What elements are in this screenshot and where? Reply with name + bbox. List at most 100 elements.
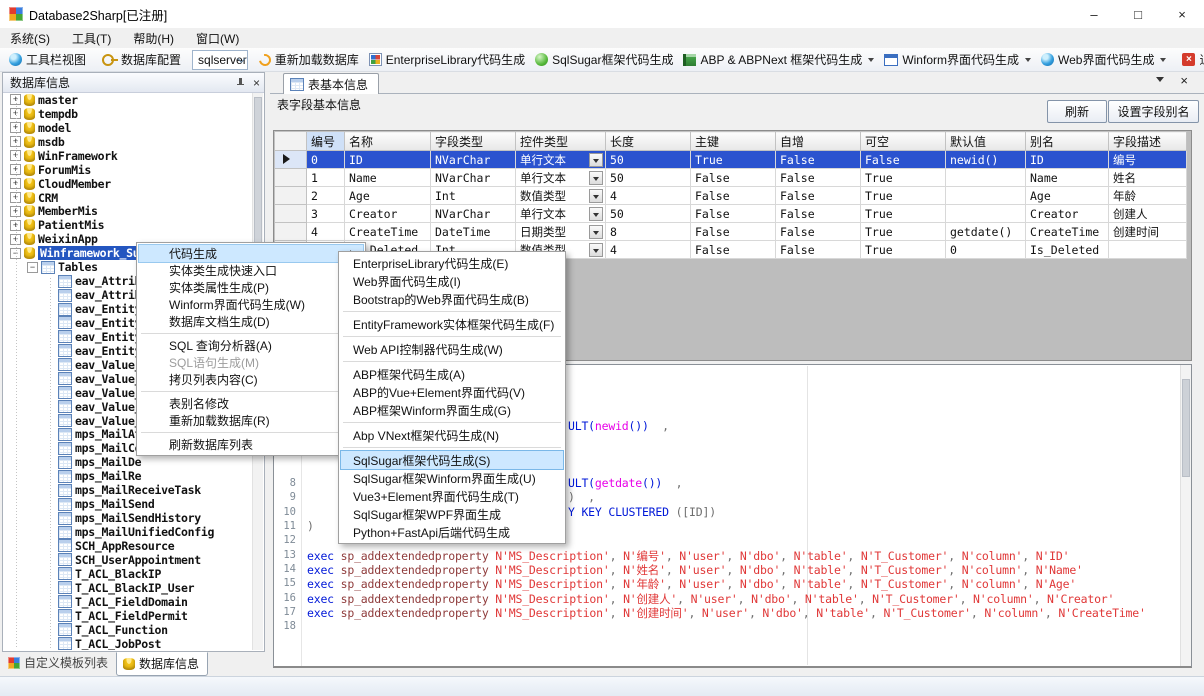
grid-cell[interactable]: 8 <box>606 223 691 241</box>
grid-cell[interactable]: 1 <box>307 169 345 187</box>
menu-item[interactable]: SQL 查询分析器(A) <box>139 337 363 354</box>
dock-close-icon[interactable]: × <box>1180 73 1188 88</box>
row-header[interactable] <box>275 169 307 187</box>
column-header[interactable]: 自增 <box>776 132 861 151</box>
grid-cell[interactable]: False <box>776 223 861 241</box>
grid-cell[interactable]: False <box>776 187 861 205</box>
refresh-button[interactable]: 刷新 <box>1047 100 1107 123</box>
grid-cell[interactable] <box>946 169 1026 187</box>
toolbar-dbconfig-button[interactable]: 数据库配置 <box>97 49 186 70</box>
tree-item[interactable]: mps_MailSendHistory <box>4 511 253 525</box>
combo-dropdown-icon[interactable] <box>589 243 603 257</box>
grid-cell[interactable]: CreateTime <box>345 223 431 241</box>
row-header[interactable] <box>275 223 307 241</box>
grid-cell[interactable]: NVarChar <box>431 151 516 169</box>
tree-item[interactable]: mps_MailRe <box>4 469 253 483</box>
tree-item[interactable]: +msdb <box>4 135 253 149</box>
grid-cell[interactable]: ID <box>1026 151 1109 169</box>
grid-cell[interactable]: 创建人 <box>1109 205 1187 223</box>
code-scrollbar[interactable] <box>1180 365 1191 666</box>
combo-dropdown-icon[interactable] <box>589 225 603 239</box>
table-row[interactable]: 1NameNVarChar单行文本50FalseFalseTrueName姓名 <box>275 169 1187 187</box>
combo-dropdown-icon[interactable] <box>589 189 603 203</box>
menu-item[interactable]: 重新加载数据库(R) <box>139 412 363 429</box>
menu-item[interactable]: 实体类生成快速入口 <box>139 262 363 279</box>
grid-cell[interactable]: True <box>861 187 946 205</box>
combo-dropdown-icon[interactable] <box>589 171 603 185</box>
expander-icon[interactable]: − <box>27 262 38 273</box>
table-row[interactable]: 3CreatorNVarChar单行文本50FalseFalseTrueCrea… <box>275 205 1187 223</box>
grid-cell[interactable]: 年龄 <box>1109 187 1187 205</box>
grid-cell[interactable]: True <box>691 151 776 169</box>
grid-cell[interactable]: DateTime <box>431 223 516 241</box>
menu-item[interactable]: SqlSugar框架WPF界面生成 <box>341 505 563 523</box>
grid-cell[interactable]: False <box>691 223 776 241</box>
toolbar-reload-button[interactable]: 重新加载数据库 <box>254 49 364 70</box>
grid-cell[interactable]: True <box>861 223 946 241</box>
row-header[interactable] <box>275 187 307 205</box>
menu-item[interactable]: 代码生成 <box>139 245 363 262</box>
menu-item[interactable]: 实体类属性生成(P) <box>139 279 363 296</box>
database-type-combo[interactable]: sqlserver <box>192 50 248 70</box>
grid-cell[interactable]: False <box>776 205 861 223</box>
column-header[interactable]: 字段描述 <box>1109 132 1187 151</box>
tree-item[interactable]: mps_MailReceiveTask <box>4 483 253 497</box>
pin-icon[interactable] <box>237 78 244 88</box>
column-header[interactable]: 字段类型 <box>431 132 516 151</box>
grid-cell[interactable]: 4 <box>307 223 345 241</box>
grid-cell[interactable]: 50 <box>606 151 691 169</box>
grid-cell[interactable]: 4 <box>606 241 691 259</box>
tree-item[interactable]: +MemberMis <box>4 205 253 219</box>
maximize-button[interactable]: □ <box>1116 0 1160 28</box>
grid-cell[interactable]: getdate() <box>946 223 1026 241</box>
tree-item[interactable]: mps_MailDe <box>4 455 253 469</box>
grid-cell[interactable] <box>946 205 1026 223</box>
menu-item[interactable]: EnterpriseLibrary代码生成(E) <box>341 254 563 272</box>
tree-item[interactable]: T_ACL_Function <box>4 623 253 637</box>
tree-item[interactable]: +master <box>4 93 253 107</box>
toolbar-abp-button[interactable]: ABP & ABPNext 框架代码生成 <box>678 49 879 70</box>
grid-cell[interactable]: 单行文本 <box>516 205 606 223</box>
minimize-button[interactable]: – <box>1072 0 1116 28</box>
tree-item[interactable]: SCH_UserAppointment <box>4 553 253 567</box>
column-header[interactable]: 别名 <box>1026 132 1109 151</box>
menu-item[interactable]: 数据库文档生成(D) <box>139 313 363 330</box>
row-header[interactable] <box>275 151 307 169</box>
grid-cell[interactable]: False <box>691 241 776 259</box>
grid-cell[interactable]: True <box>861 241 946 259</box>
grid-cell[interactable]: 3 <box>307 205 345 223</box>
toolbar-web-button[interactable]: Web界面代码生成 <box>1036 49 1171 70</box>
menubar-item[interactable]: 窗口(W) <box>186 28 251 49</box>
toolbar-enterprise-button[interactable]: EnterpriseLibrary代码生成 <box>364 49 530 70</box>
grid-cell[interactable]: 编号 <box>1109 151 1187 169</box>
menu-item[interactable]: ABP的Vue+Element界面代码(V) <box>341 383 563 401</box>
menubar-item[interactable]: 工具(T) <box>62 28 123 49</box>
menu-item[interactable]: Vue3+Element界面代码生成(T) <box>341 487 563 505</box>
tree-item[interactable]: SCH_AppResource <box>4 539 253 553</box>
tree-item[interactable]: +model <box>4 121 253 135</box>
toolbar-winform-button[interactable]: Winform界面代码生成 <box>879 49 1036 70</box>
grid-cell[interactable]: ID <box>345 151 431 169</box>
menu-item[interactable]: ABP框架Winform界面生成(G) <box>341 401 563 419</box>
close-icon[interactable]: × <box>253 78 260 88</box>
tree-item[interactable]: +CloudMember <box>4 177 253 191</box>
column-header[interactable]: 可空 <box>861 132 946 151</box>
grid-cell[interactable]: 50 <box>606 169 691 187</box>
sidebar-tab-template-list[interactable]: 自定义模板列表 <box>2 652 116 674</box>
menu-item[interactable]: 拷贝列表内容(C) <box>139 371 363 388</box>
grid-cell[interactable]: 数值类型 <box>516 187 606 205</box>
combo-dropdown-icon[interactable] <box>589 207 603 221</box>
menubar-item[interactable]: 系统(S) <box>0 28 62 49</box>
tree-item[interactable]: mps_MailUnifiedConfig <box>4 525 253 539</box>
grid-cell[interactable]: 50 <box>606 205 691 223</box>
toolbar-sqlsugar-button[interactable]: SqlSugar框架代码生成 <box>530 49 678 70</box>
grid-cell[interactable]: True <box>861 205 946 223</box>
grid-cell[interactable]: 4 <box>606 187 691 205</box>
column-header[interactable]: 名称 <box>345 132 431 151</box>
grid-cell[interactable]: False <box>861 151 946 169</box>
menubar-item[interactable]: 帮助(H) <box>123 28 186 49</box>
column-header[interactable]: 默认值 <box>946 132 1026 151</box>
table-row[interactable]: 2AgeInt数值类型4FalseFalseTrueAge年龄 <box>275 187 1187 205</box>
grid-cell[interactable]: False <box>776 169 861 187</box>
column-header[interactable]: 编号 <box>307 132 345 151</box>
